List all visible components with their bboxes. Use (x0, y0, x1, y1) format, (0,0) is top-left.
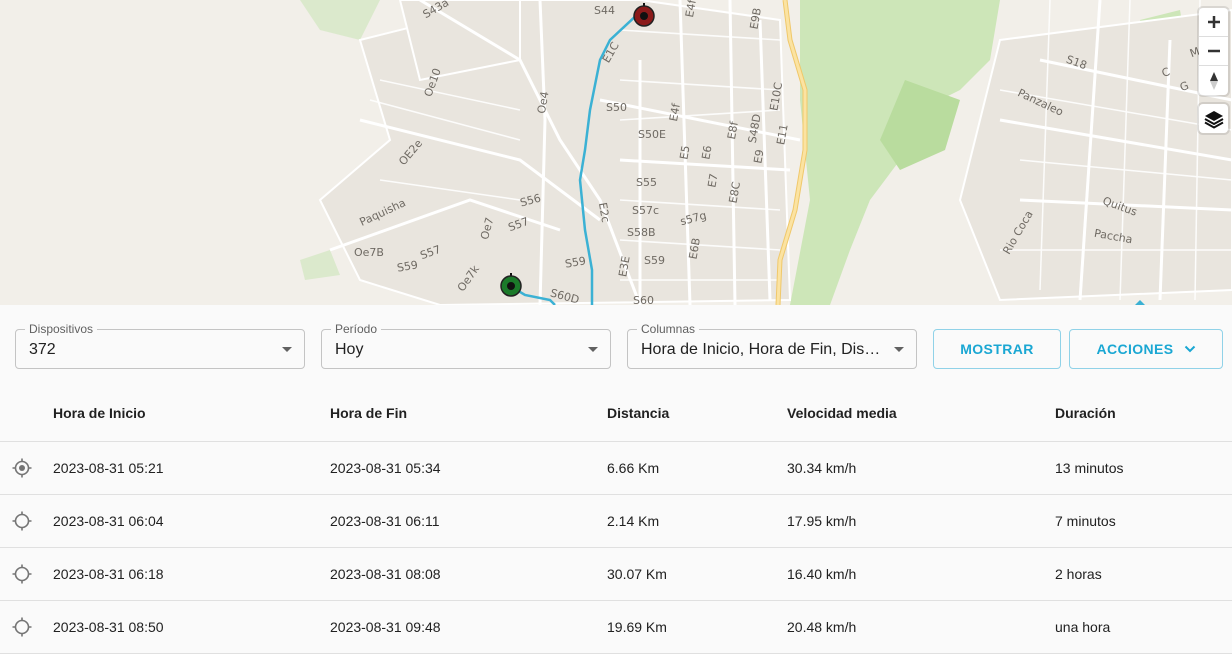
cell-end-time: 2023-08-31 08:08 (330, 566, 441, 582)
map-label: S59 (644, 254, 665, 267)
locate-icon[interactable] (12, 564, 32, 584)
table-row[interactable]: 2023-08-31 08:50 2023-08-31 09:48 19.69 … (0, 601, 1232, 654)
cell-start-time: 2023-08-31 05:21 (53, 460, 164, 476)
zoom-out-icon[interactable] (1199, 37, 1228, 66)
filter-toolbar: Dispositivos 372 Período Hoy Columnas Ho… (0, 305, 1232, 385)
map-label: S50E (638, 128, 666, 141)
map-label: E9 (751, 148, 767, 165)
columns-label: Columnas (637, 322, 700, 336)
header-start-time[interactable]: Hora de Inicio (53, 405, 146, 421)
map-label: E7 (705, 172, 721, 189)
trips-table: Hora de Inicio Hora de Fin Distancia Vel… (0, 385, 1232, 654)
cell-start-time: 2023-08-31 06:18 (53, 566, 164, 582)
cell-distance: 19.69 Km (607, 619, 667, 635)
columns-value: Hora de Inicio, Hora de Fin, Distancia, … (641, 341, 881, 358)
map-layers-control (1199, 104, 1228, 133)
map-label: S57c (632, 204, 660, 217)
cell-distance: 30.07 Km (607, 566, 667, 582)
table-row[interactable]: 2023-08-31 06:04 2023-08-31 06:11 2.14 K… (0, 495, 1232, 548)
locate-selected-icon[interactable] (12, 458, 32, 478)
caret-down-icon (588, 347, 598, 352)
layers-icon[interactable] (1199, 104, 1228, 133)
table-header: Hora de Inicio Hora de Fin Distancia Vel… (0, 385, 1232, 442)
cell-end-time: 2023-08-31 09:48 (330, 619, 441, 635)
cell-start-time: 2023-08-31 06:04 (53, 513, 164, 529)
cell-average-speed: 30.34 km/h (787, 460, 857, 476)
map-label: S55 (636, 176, 657, 189)
caret-down-icon (282, 347, 292, 352)
compass-icon[interactable] (1199, 66, 1228, 95)
header-end-time[interactable]: Hora de Fin (330, 405, 407, 421)
header-distance[interactable]: Distancia (607, 405, 669, 421)
start-marker-icon[interactable] (499, 272, 523, 298)
map-label: S58B (627, 226, 656, 239)
header-duration[interactable]: Duración (1055, 405, 1116, 421)
devices-value: 372 (29, 341, 56, 358)
cell-duration: 2 horas (1055, 566, 1102, 582)
map-label: E6 (699, 144, 715, 161)
table-row[interactable]: 2023-08-31 06:18 2023-08-31 08:08 30.07 … (0, 548, 1232, 601)
header-average-speed[interactable]: Velocidad media (787, 405, 897, 421)
columns-select[interactable]: Columnas Hora de Inicio, Hora de Fin, Di… (627, 322, 917, 369)
map-label: S60 (633, 294, 654, 305)
map-navigation-control (1199, 8, 1228, 95)
actions-button-label: ACCIONES (1096, 341, 1174, 357)
map-label: Oe7B (354, 246, 384, 259)
table-row[interactable]: 2023-08-31 05:21 2023-08-31 05:34 6.66 K… (0, 442, 1232, 495)
actions-button[interactable]: ACCIONES (1069, 329, 1223, 369)
cell-end-time: 2023-08-31 05:34 (330, 460, 441, 476)
cell-start-time: 2023-08-31 08:50 (53, 619, 164, 635)
devices-select[interactable]: Dispositivos 372 (15, 322, 305, 369)
period-label: Período (331, 322, 382, 336)
cell-duration: 13 minutos (1055, 460, 1124, 476)
show-button-label: MOSTRAR (960, 341, 1034, 357)
show-button[interactable]: MOSTRAR (933, 329, 1061, 369)
cell-average-speed: 16.40 km/h (787, 566, 857, 582)
locate-icon[interactable] (12, 617, 32, 637)
locate-icon[interactable] (12, 511, 32, 531)
cell-average-speed: 17.95 km/h (787, 513, 857, 529)
zoom-in-icon[interactable] (1199, 8, 1228, 37)
map-label: S50 (606, 101, 627, 114)
cell-distance: 6.66 Km (607, 460, 660, 476)
cell-average-speed: 20.48 km/h (787, 619, 857, 635)
devices-label: Dispositivos (25, 322, 98, 336)
end-marker-icon[interactable] (632, 2, 656, 28)
cell-duration: 7 minutos (1055, 513, 1116, 529)
cell-duration: una hora (1055, 619, 1111, 635)
caret-down-icon (894, 347, 904, 352)
map-view[interactable]: S43a S44 E1C E4f E9B Oe10 Oe4 S50 E4f E1… (0, 0, 1232, 305)
map-label: E5 (677, 144, 693, 161)
period-select[interactable]: Período Hoy (321, 322, 611, 369)
cell-distance: 2.14 Km (607, 513, 660, 529)
chevron-down-icon (1184, 345, 1195, 353)
period-value: Hoy (335, 341, 364, 358)
cell-end-time: 2023-08-31 06:11 (330, 513, 440, 529)
map-label: S44 (594, 4, 615, 17)
